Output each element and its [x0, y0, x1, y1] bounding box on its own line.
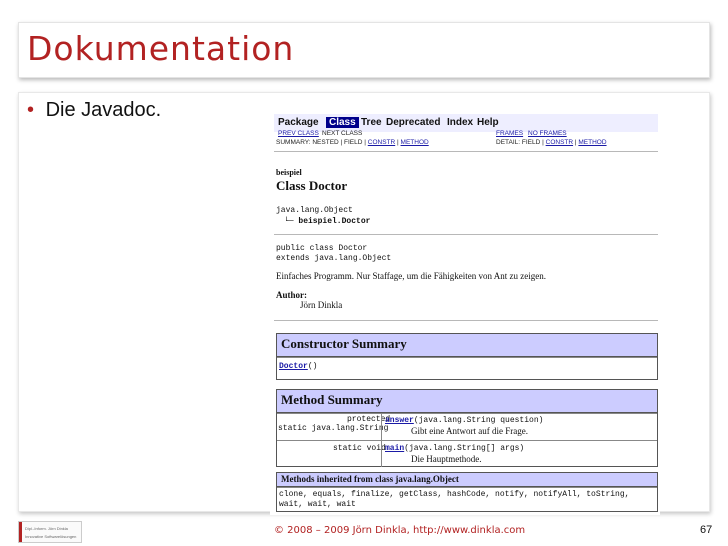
- inherited-methods-heading: Methods inherited from class java.lang.O…: [277, 473, 657, 487]
- constructor-summary-heading: Constructor Summary: [277, 334, 657, 357]
- column-divider: [381, 441, 382, 467]
- page-number: 67: [700, 524, 713, 536]
- bullet-dot-icon: •: [27, 99, 35, 121]
- slide-title-bar: Dokumentation: [18, 22, 710, 78]
- table-row: static void main(java.lang.String[] args…: [277, 440, 657, 467]
- logo-line2: Innovative Softwarelösungen: [25, 534, 77, 539]
- method-modifier: protected: [347, 415, 391, 424]
- method-signature: main(java.lang.String[] args): [385, 444, 524, 453]
- divider: [274, 151, 658, 152]
- class-title: Class Doctor: [276, 178, 348, 193]
- nav-help-link[interactable]: Help: [477, 117, 499, 128]
- hierarchy-root: java.lang.Object: [276, 206, 353, 215]
- prev-class-link[interactable]: PREV CLASS: [278, 130, 319, 137]
- nav-index-link[interactable]: Index: [447, 117, 473, 128]
- class-declaration-line1: public class Doctor: [276, 244, 368, 253]
- nav-deprecated-link[interactable]: Deprecated: [386, 117, 440, 128]
- author-name: Jörn Dinkla: [300, 300, 343, 310]
- detail-nav-label: DETAIL: FIELD |: [496, 139, 544, 146]
- method-summary-heading: Method Summary: [277, 390, 657, 413]
- method-main-link[interactable]: main: [385, 444, 404, 453]
- author-label: Author:: [276, 290, 307, 300]
- constructor-summary-table: Constructor Summary Doctor(): [276, 333, 658, 380]
- logo-accent: [19, 522, 22, 542]
- class-declaration-line2: extends java.lang.Object: [276, 254, 392, 263]
- constructor-entry: Doctor(): [279, 362, 317, 371]
- column-divider: [381, 414, 382, 440]
- summary-nav-label: SUMMARY: NESTED | FIELD |: [276, 139, 366, 146]
- method-params: (java.lang.String question): [413, 416, 544, 425]
- nav-tree-link[interactable]: Tree: [361, 117, 382, 128]
- next-class-text: NEXT CLASS: [322, 130, 363, 137]
- bullet-text: Die Javadoc.: [45, 99, 162, 121]
- inherited-methods-table: Methods inherited from class java.lang.O…: [276, 472, 658, 512]
- class-description: Einfaches Programm. Nur Staffage, um die…: [276, 271, 547, 281]
- slide-title: Dokumentation: [27, 29, 295, 68]
- method-signature: answer(java.lang.String question): [385, 416, 543, 425]
- method-description: Die Hauptmethode.: [411, 454, 482, 464]
- nav-package-link[interactable]: Package: [278, 117, 319, 128]
- detail-method-link[interactable]: METHOD: [578, 139, 606, 146]
- method-answer-link[interactable]: answer: [385, 416, 414, 425]
- divider: [274, 234, 658, 235]
- method-params: (java.lang.String[] args): [404, 444, 525, 453]
- table-row: clone, equals, finalize, getClass, hashC…: [277, 487, 657, 512]
- constructor-doctor-link[interactable]: Doctor: [279, 362, 308, 371]
- method-modifier: static void: [333, 444, 386, 453]
- detail-constr-link[interactable]: CONSTR: [546, 139, 573, 146]
- inherited-methods-line2: wait, wait, wait: [279, 500, 356, 509]
- method-return-type: static java.lang.String: [278, 424, 389, 433]
- summary-constr-link[interactable]: CONSTR: [368, 139, 395, 146]
- summary-nav: SUMMARY: NESTED | FIELD | CONSTR | METHO…: [276, 139, 429, 146]
- no-frames-link[interactable]: NO FRAMES: [528, 130, 567, 137]
- slide-footer: © 2008 – 2009 Jörn Dinkla, http://www.di…: [274, 525, 526, 536]
- table-row: protected static java.lang.String answer…: [277, 413, 657, 440]
- divider: [274, 320, 658, 321]
- inherited-methods-line1: clone, equals, finalize, getClass, hashC…: [279, 490, 630, 499]
- javadoc-screenshot: Package Class Tree Deprecated Index Help…: [270, 108, 660, 515]
- package-name: beispiel: [276, 168, 302, 177]
- bullet-item: • Die Javadoc.: [27, 99, 161, 122]
- hierarchy-child: └─ beispiel.Doctor: [284, 217, 371, 226]
- author-logo: Dipl.-Inform. Jörn Dinkla Innovative Sof…: [18, 521, 82, 543]
- nav-class-selected[interactable]: Class: [326, 117, 359, 128]
- frames-link[interactable]: FRAMES: [496, 130, 523, 137]
- detail-nav: DETAIL: FIELD | CONSTR | METHOD: [496, 139, 607, 146]
- table-row: Doctor(): [277, 357, 657, 380]
- method-description: Gibt eine Antwort auf die Frage.: [411, 426, 528, 436]
- method-summary-table: Method Summary protected static java.lan…: [276, 389, 658, 467]
- summary-method-link[interactable]: METHOD: [401, 139, 429, 146]
- logo-line1: Dipl.-Inform. Jörn Dinkla: [25, 526, 68, 531]
- constructor-params: (): [307, 362, 318, 371]
